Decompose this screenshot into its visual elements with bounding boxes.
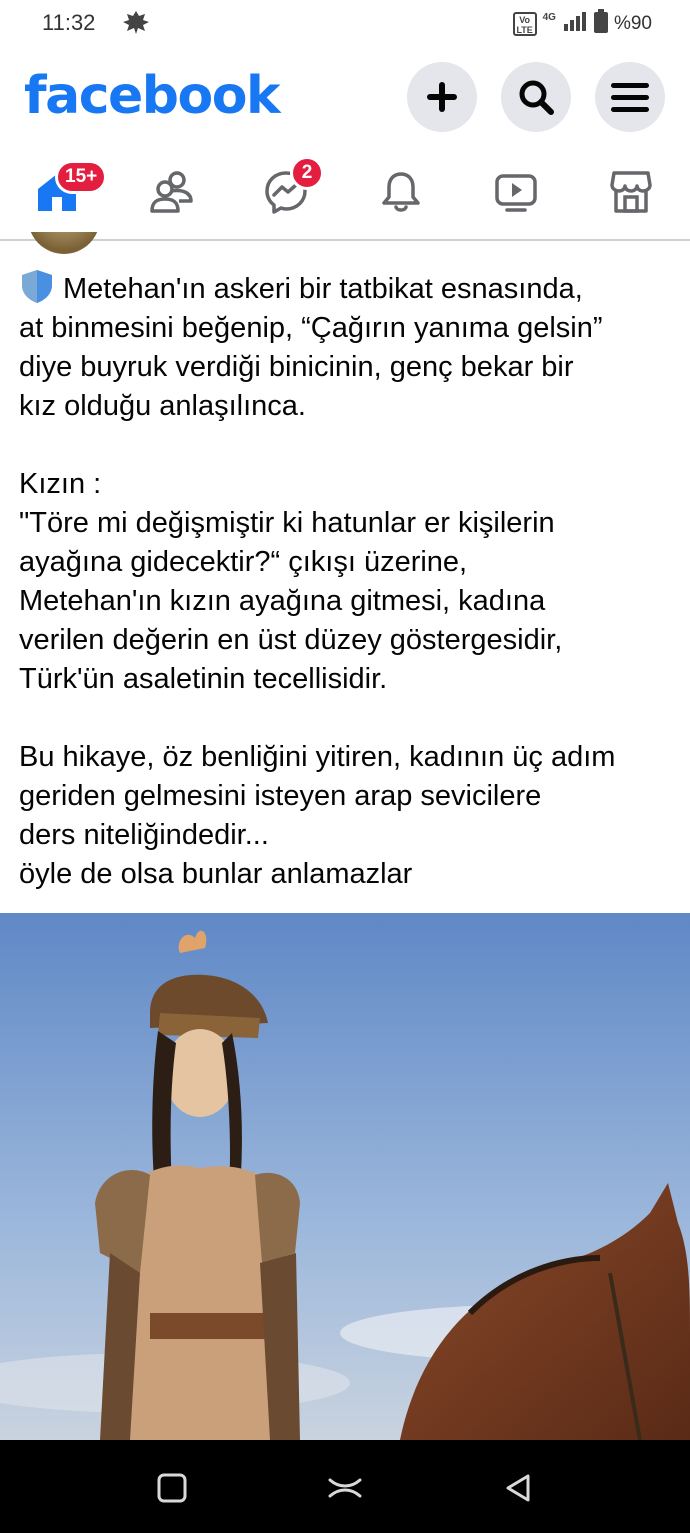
tab-bar: 15+ 2 — [0, 146, 690, 241]
post-paragraph-1: Metehan'ın askeri bir tatbikat esnasında… — [19, 273, 603, 422]
tab-marketplace[interactable] — [601, 162, 661, 222]
search-icon — [519, 80, 554, 115]
recents-button[interactable] — [152, 1468, 192, 1508]
app-header: facebook — [0, 46, 690, 146]
author-avatar[interactable] — [28, 232, 100, 254]
post-text: Metehan'ın askeri bir tatbikat esnasında… — [19, 268, 679, 894]
home-badge: 15+ — [55, 160, 108, 194]
search-button[interactable] — [501, 62, 571, 132]
marketplace-icon — [610, 171, 652, 213]
back-button[interactable] — [498, 1468, 538, 1508]
post-paragraph-2: Kızın : "Töre mi değişmiştir ki hatunlar… — [19, 468, 563, 695]
menu-button[interactable] — [595, 62, 665, 132]
recents-icon — [157, 1473, 187, 1503]
plus-icon — [427, 82, 457, 112]
network-type: 4G — [542, 12, 556, 23]
post-photo[interactable] — [0, 913, 690, 1440]
home-nav-icon — [328, 1478, 362, 1498]
shield-icon — [19, 268, 55, 304]
battery-percent: %90 — [613, 12, 652, 34]
bell-icon — [382, 172, 420, 212]
tab-notifications[interactable] — [371, 162, 431, 222]
notification-leaf-icon — [120, 8, 152, 36]
volte-icon: Vo LTE — [512, 11, 537, 36]
facebook-logo[interactable]: facebook — [24, 66, 281, 126]
system-nav-bar — [0, 1440, 690, 1533]
signal-icon — [562, 10, 588, 37]
friends-icon — [150, 171, 193, 213]
video-icon — [495, 174, 537, 212]
battery-icon — [593, 9, 608, 38]
tab-home[interactable]: 15+ — [27, 160, 108, 222]
menu-icon — [611, 83, 649, 112]
home-nav-button[interactable] — [325, 1468, 365, 1508]
create-button[interactable] — [407, 62, 477, 132]
tab-video[interactable] — [486, 162, 546, 222]
back-icon — [506, 1474, 530, 1502]
status-indicators: Vo LTE 4G %90 — [512, 9, 652, 38]
status-time: 11:32 — [42, 10, 96, 35]
tab-friends[interactable] — [142, 162, 202, 222]
tab-messenger[interactable]: 2 — [256, 156, 324, 222]
status-bar: 11:32 Vo LTE 4G %90 — [0, 0, 690, 46]
messenger-badge: 2 — [290, 156, 324, 190]
post-paragraph-3: Bu hikaye, öz benliğini yitiren, kadının… — [19, 741, 616, 890]
